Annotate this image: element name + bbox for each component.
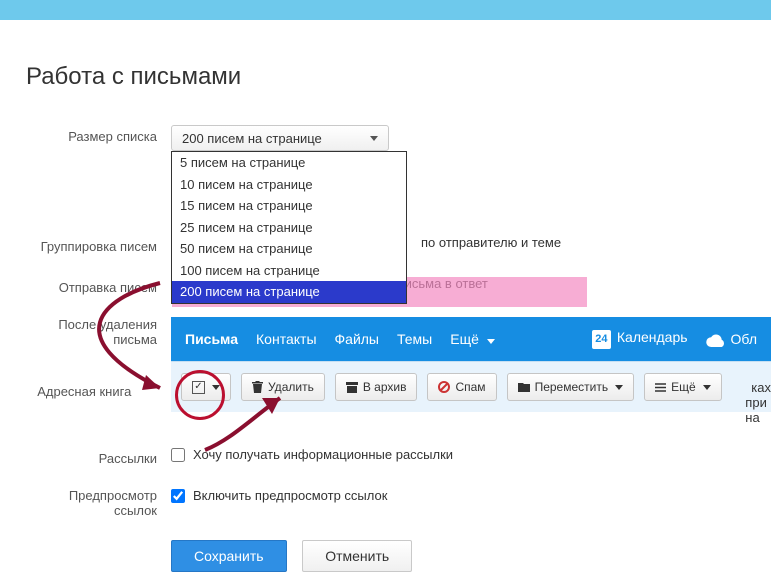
label-mailings: Рассылки	[16, 447, 171, 466]
cloud-link[interactable]: Обл	[706, 331, 757, 347]
label-list-size: Размер списка	[16, 125, 171, 144]
grouping-suffix: по отправителю и теме	[421, 235, 561, 250]
page-title: Работа с письмами	[26, 63, 771, 91]
list-size-option-selected[interactable]: 200 писем на странице	[172, 281, 406, 303]
label-address-book: Адресная книга	[16, 380, 145, 399]
tab-files[interactable]: Файлы	[335, 331, 379, 347]
tab-mail[interactable]: Письма	[185, 331, 238, 347]
window-topbar	[0, 0, 771, 20]
tab-themes[interactable]: Темы	[397, 331, 432, 347]
label-preview: Предпросмотр ссылок	[16, 488, 171, 518]
list-size-option[interactable]: 10 писем на странице	[172, 174, 406, 196]
preview-checkbox[interactable]	[171, 489, 185, 503]
label-sending: Отправка писем	[16, 276, 171, 295]
calendar-icon: 24	[592, 330, 611, 349]
label-grouping: Группировка писем	[16, 235, 171, 254]
address-book-trailing: ках при на	[745, 380, 771, 425]
mailings-label: Хочу получать информационные рассылки	[193, 447, 453, 462]
caret-down-icon	[370, 136, 378, 141]
tab-contacts[interactable]: Контакты	[256, 331, 316, 347]
list-size-option[interactable]: 15 писем на странице	[172, 195, 406, 217]
cloud-icon	[706, 334, 726, 347]
tab-more[interactable]: Ещё	[450, 331, 495, 347]
list-size-option[interactable]: 50 писем на странице	[172, 238, 406, 260]
preview-label: Включить предпросмотр ссылок	[193, 488, 387, 503]
calendar-link[interactable]: 24Календарь	[592, 329, 688, 349]
cancel-button[interactable]: Отменить	[302, 540, 412, 572]
save-button[interactable]: Сохранить	[171, 540, 287, 572]
list-size-select[interactable]: 200 писем на странице	[171, 125, 389, 151]
caret-down-icon	[487, 339, 495, 344]
list-size-selected: 200 писем на странице	[182, 131, 322, 146]
list-size-dropdown[interactable]: 5 писем на странице 10 писем на странице…	[171, 151, 407, 304]
list-size-option[interactable]: 100 писем на странице	[172, 260, 406, 282]
list-size-option[interactable]: 25 писем на странице	[172, 217, 406, 239]
list-size-option[interactable]: 5 писем на странице	[172, 152, 406, 174]
mailings-checkbox[interactable]	[171, 448, 185, 462]
label-after-delete: После удаления письма	[16, 317, 171, 347]
